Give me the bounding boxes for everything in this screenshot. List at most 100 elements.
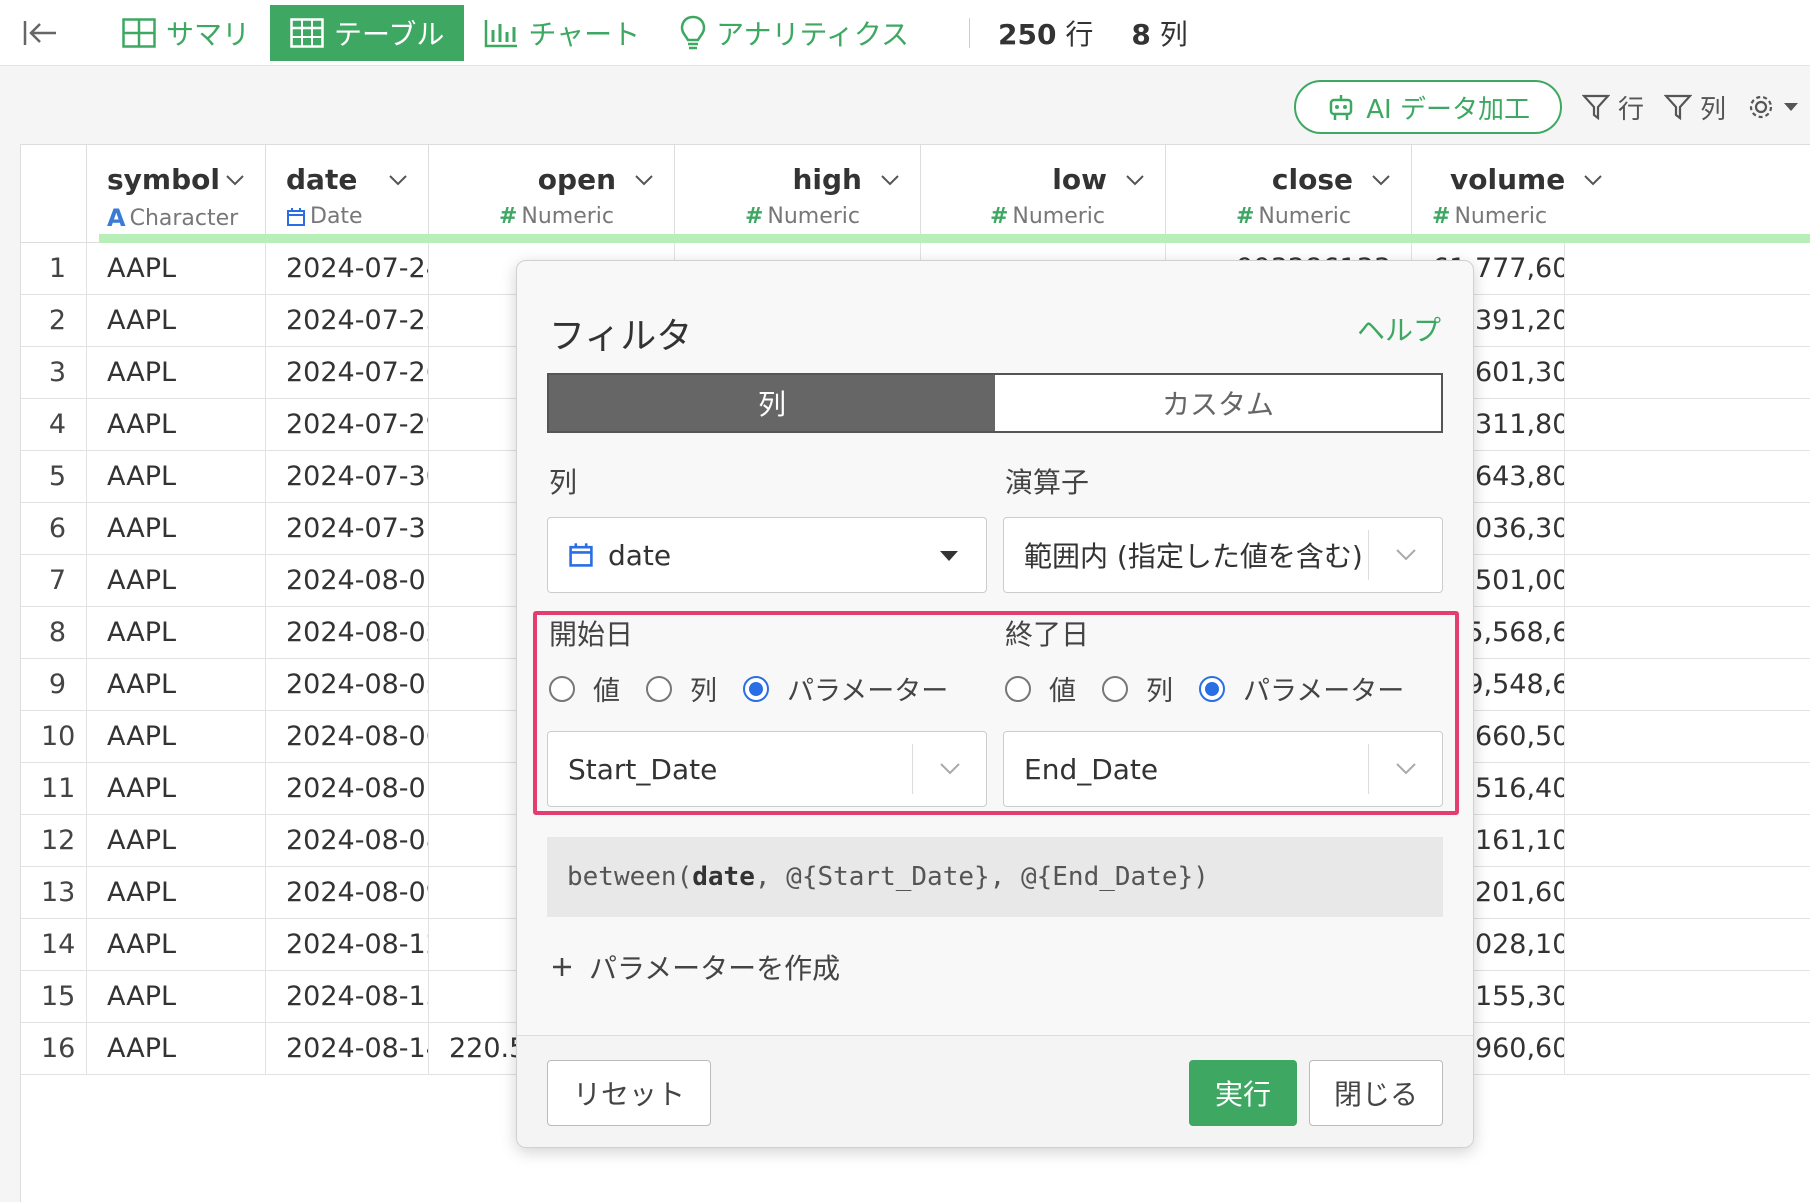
cell-date[interactable]: 2024-08-01 [266, 555, 429, 607]
collapse-left-icon[interactable] [18, 13, 62, 53]
column-header-symbol[interactable]: symbol A Character [87, 145, 266, 243]
chevron-down-icon[interactable] [1125, 174, 1145, 186]
cell-symbol[interactable]: AAPL [87, 607, 266, 659]
tab-custom-mode[interactable]: カスタム [995, 375, 1441, 431]
chevron-down-icon[interactable] [388, 174, 408, 186]
ai-data-processing-button[interactable]: AI データ加工 [1294, 80, 1562, 134]
cell-date[interactable]: 2024-08-14 [266, 1023, 429, 1075]
chevron-down-icon[interactable] [634, 174, 654, 186]
cell-date[interactable]: 2024-07-26 [266, 347, 429, 399]
start-radio-column[interactable] [646, 675, 672, 702]
cell-idx[interactable]: 12 [21, 815, 87, 867]
column-filter-button[interactable]: 列 [1663, 89, 1726, 126]
cell-symbol[interactable]: AAPL [87, 919, 266, 971]
cell-date[interactable]: 2024-08-05 [266, 659, 429, 711]
cell-idx[interactable]: 16 [21, 1023, 87, 1075]
cell-idx[interactable]: 14 [21, 919, 87, 971]
operator-dropdown-toggle[interactable] [1368, 530, 1442, 580]
cell-idx[interactable]: 5 [21, 451, 87, 503]
cell-date[interactable]: 2024-08-12 [266, 919, 429, 971]
cell-idx[interactable]: 2 [21, 295, 87, 347]
create-parameter-label: パラメーターを作成 [589, 952, 841, 985]
nav-divider [969, 17, 970, 48]
cell-date[interactable]: 2024-08-13 [266, 971, 429, 1023]
lightbulb-icon [680, 15, 706, 49]
cell-date[interactable]: 2024-07-24 [266, 243, 429, 295]
operator-select[interactable]: 範囲内 (指定した値を含む) [1003, 517, 1443, 593]
column-header-date[interactable]: date Date [266, 145, 429, 243]
cell-symbol[interactable]: AAPL [87, 867, 266, 919]
run-button[interactable]: 実行 [1189, 1060, 1297, 1126]
cell-idx[interactable]: 11 [21, 763, 87, 815]
close-button[interactable]: 閉じる [1309, 1060, 1443, 1126]
tab-analytics[interactable]: アナリティクス [660, 5, 929, 61]
cell-idx[interactable]: 7 [21, 555, 87, 607]
chevron-down-icon[interactable] [880, 174, 900, 186]
cell-idx[interactable]: 9 [21, 659, 87, 711]
cell-idx[interactable]: 6 [21, 503, 87, 555]
ai-data-processing-label: AI データ加工 [1366, 94, 1530, 125]
filter-icon [1581, 94, 1610, 121]
tab-summary[interactable]: サマリ [102, 5, 270, 61]
column-header-high[interactable]: high # Numeric [675, 145, 921, 243]
column-header-close[interactable]: close # Numeric [1166, 145, 1412, 243]
cell-symbol[interactable]: AAPL [87, 503, 266, 555]
cell-date[interactable]: 2024-08-09 [266, 867, 429, 919]
end-date-dropdown-toggle[interactable] [1368, 744, 1442, 794]
tab-table[interactable]: テーブル [270, 4, 465, 61]
start-radio-value[interactable] [549, 675, 575, 702]
cell-date[interactable]: 2024-07-30 [266, 451, 429, 503]
create-parameter-button[interactable]: パラメーターを作成 [551, 947, 840, 987]
column-header-volume[interactable]: volume # Numeric [1412, 145, 1810, 243]
help-link[interactable]: ヘルプ [1357, 309, 1441, 349]
cell-idx[interactable]: 3 [21, 347, 87, 399]
tab-column-mode[interactable]: 列 [549, 375, 995, 431]
cell-idx[interactable]: 1 [21, 243, 87, 295]
cell-date[interactable]: 2024-07-29 [266, 399, 429, 451]
start-date-dropdown-toggle[interactable] [912, 744, 986, 794]
cell-symbol[interactable]: AAPL [87, 971, 266, 1023]
cell-date[interactable]: 2024-07-31 [266, 503, 429, 555]
reset-button[interactable]: リセット [547, 1060, 711, 1126]
cell-date[interactable]: 2024-08-02 [266, 607, 429, 659]
cell-date[interactable]: 2024-07-25 [266, 295, 429, 347]
cell-symbol[interactable]: AAPL [87, 243, 266, 295]
chevron-down-icon[interactable] [225, 174, 245, 186]
cell-symbol[interactable]: AAPL [87, 347, 266, 399]
cell-symbol[interactable]: AAPL [87, 399, 266, 451]
column-name: low [1052, 163, 1107, 196]
cell-symbol[interactable]: AAPL [87, 711, 266, 763]
cell-idx[interactable]: 8 [21, 607, 87, 659]
end-radio-parameter[interactable] [1199, 675, 1225, 702]
column-header-low[interactable]: low # Numeric [921, 145, 1166, 243]
settings-button[interactable] [1746, 92, 1798, 122]
table-icon [290, 17, 324, 48]
chevron-down-icon[interactable] [1583, 174, 1603, 186]
cell-idx[interactable]: 4 [21, 399, 87, 451]
cell-symbol[interactable]: AAPL [87, 451, 266, 503]
column-header-open[interactable]: open # Numeric [429, 145, 675, 243]
tab-chart[interactable]: チャート [464, 5, 660, 61]
cell-symbol[interactable]: AAPL [87, 815, 266, 867]
cell-symbol[interactable]: AAPL [87, 659, 266, 711]
cell-symbol[interactable]: AAPL [87, 1023, 266, 1075]
cell-date[interactable]: 2024-08-07 [266, 763, 429, 815]
chevron-down-icon[interactable] [1371, 174, 1391, 186]
cell-symbol[interactable]: AAPL [87, 763, 266, 815]
cell-idx[interactable]: 10 [21, 711, 87, 763]
cell-date[interactable]: 2024-08-08 [266, 815, 429, 867]
start-radio-value-label: 値 [593, 676, 620, 707]
gear-icon [1749, 95, 1773, 119]
cell-symbol[interactable]: AAPL [87, 295, 266, 347]
cell-symbol[interactable]: AAPL [87, 555, 266, 607]
cell-idx[interactable]: 15 [21, 971, 87, 1023]
row-filter-button[interactable]: 行 [1581, 89, 1644, 126]
end-radio-column[interactable] [1102, 675, 1128, 702]
start-radio-parameter[interactable] [743, 675, 769, 702]
end-radio-value[interactable] [1005, 675, 1031, 702]
start-date-parameter-select[interactable]: Start_Date [547, 731, 987, 807]
column-select[interactable]: date [547, 517, 987, 593]
cell-idx[interactable]: 13 [21, 867, 87, 919]
end-date-parameter-select[interactable]: End_Date [1003, 731, 1443, 807]
cell-date[interactable]: 2024-08-06 [266, 711, 429, 763]
